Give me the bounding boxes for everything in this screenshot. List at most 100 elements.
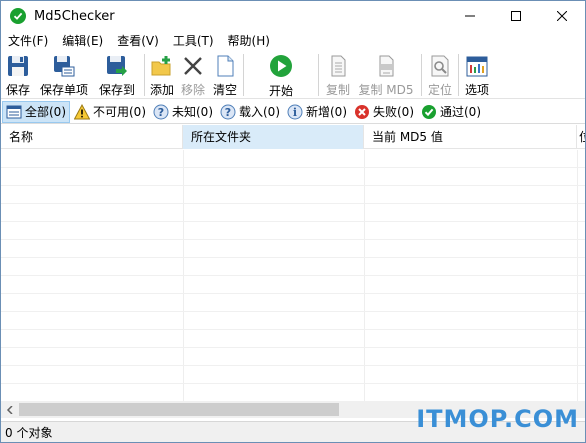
save-single-label: 保存单项 (39, 83, 88, 97)
copy-doc-icon (326, 54, 350, 77)
copy-md5-icon (374, 54, 398, 77)
grid-line (1, 329, 585, 330)
title-bar: Md5Checker (1, 1, 585, 31)
fail-icon (354, 104, 370, 120)
filter-all-tab[interactable]: 全部(0) (2, 100, 70, 123)
grid-line (1, 293, 585, 294)
menu-edit[interactable]: 编辑(E) (55, 31, 110, 51)
file-list[interactable] (1, 150, 585, 401)
status-text: 0 个对象 (5, 425, 53, 440)
column-header-folder[interactable]: 所在文件夹 (183, 125, 364, 149)
blank-page-icon (213, 54, 237, 77)
column-header-name[interactable]: 名称 (1, 125, 183, 149)
play-icon (269, 54, 293, 78)
column-header-extra[interactable]: 位 (577, 125, 585, 149)
load-icon: ? (220, 104, 236, 120)
filter-loaded-label: 载入(0) (239, 105, 280, 119)
maximize-button[interactable] (493, 1, 539, 31)
copy-md5-label: 复制 MD5 (358, 83, 414, 97)
maximize-icon (511, 11, 521, 21)
copy-md5-button[interactable]: 复制 MD5 (354, 52, 418, 98)
start-label: 开始 (268, 84, 293, 98)
grid-line (1, 275, 585, 276)
add-button[interactable]: 添加 (148, 52, 176, 98)
add-folder-icon (150, 54, 174, 77)
menu-tools[interactable]: 工具(T) (166, 31, 221, 51)
chevron-left-icon (6, 405, 13, 414)
floppy-export-icon (105, 54, 129, 77)
grid-line (1, 167, 585, 168)
info-icon: i (287, 104, 303, 120)
locate-magnifier-icon (428, 54, 452, 77)
minimize-button[interactable] (447, 1, 493, 31)
save-single-button[interactable]: 保存单项 (35, 52, 93, 98)
column-header-md5[interactable]: 当前 MD5 值 (364, 125, 577, 149)
options-checklist-icon (465, 54, 489, 77)
grid-line (1, 311, 585, 312)
toolbar: 保存 保存单项 保存到 添加 移除 清空 开始 复制 复制 MD5 定位 选项 (1, 52, 585, 99)
options-label: 选项 (464, 83, 489, 97)
grid-line (1, 347, 585, 348)
filter-unknown-tab[interactable]: ? 未知(0) (150, 101, 216, 123)
grid-line (1, 383, 585, 384)
clear-label: 清空 (212, 83, 237, 97)
save-label: 保存 (5, 83, 30, 97)
clear-button[interactable]: 清空 (210, 52, 240, 98)
menu-file[interactable]: 文件(F) (1, 31, 55, 51)
close-icon (557, 11, 567, 21)
menu-help[interactable]: 帮助(H) (221, 31, 277, 51)
filter-unavailable-label: 不可用(0) (93, 105, 146, 119)
close-button[interactable] (539, 1, 585, 31)
menu-view[interactable]: 查看(V) (110, 31, 166, 51)
filter-all-label: 全部(0) (25, 105, 66, 119)
scroll-left-button[interactable] (1, 401, 18, 418)
filter-failed-tab[interactable]: 失败(0) (351, 101, 417, 123)
app-window: Md5Checker 文件(F) 编辑(E) 查看(V) 工具(T) 帮助(H)… (0, 0, 586, 443)
floppy-single-icon (52, 54, 76, 77)
save-to-button[interactable]: 保存到 (93, 52, 141, 98)
remove-button[interactable]: 移除 (176, 52, 210, 98)
save-to-label: 保存到 (98, 83, 135, 97)
remove-label: 移除 (180, 83, 205, 97)
options-button[interactable]: 选项 (462, 52, 492, 98)
locate-button[interactable]: 定位 (425, 52, 455, 98)
list-header: 名称 所在文件夹 当前 MD5 值 位 (1, 125, 585, 149)
grid-line (1, 221, 585, 222)
menu-bar: 文件(F) 编辑(E) 查看(V) 工具(T) 帮助(H) (1, 31, 585, 51)
filter-loaded-tab[interactable]: ? 载入(0) (217, 101, 283, 123)
toolbar-separator (458, 54, 459, 96)
filter-passed-label: 通过(0) (440, 105, 481, 119)
save-button[interactable]: 保存 (1, 52, 35, 98)
filter-passed-tab[interactable]: 通过(0) (418, 101, 484, 123)
filter-new-label: 新增(0) (306, 105, 347, 119)
filter-new-tab[interactable]: i 新增(0) (284, 101, 350, 123)
floppy-icon (6, 54, 30, 77)
question-icon: ? (153, 104, 169, 120)
toolbar-separator (318, 54, 319, 96)
window-title: Md5Checker (34, 8, 115, 24)
svg-text:i: i (293, 106, 297, 119)
grid-line (1, 257, 585, 258)
svg-text:?: ? (158, 106, 164, 119)
locate-label: 定位 (427, 83, 452, 97)
copy-button[interactable]: 复制 (322, 52, 354, 98)
grid-line (1, 203, 585, 204)
remove-x-icon (181, 54, 205, 77)
add-label: 添加 (149, 83, 174, 97)
pass-icon (421, 104, 437, 120)
grid-line (1, 185, 585, 186)
grid-line (1, 239, 585, 240)
toolbar-separator (243, 54, 244, 96)
watermark-logo: ITMOP.COM (416, 405, 579, 433)
copy-label: 复制 (325, 83, 350, 97)
scrollbar-thumb[interactable] (19, 403, 339, 416)
start-button[interactable]: 开始 (247, 52, 315, 98)
filter-bar: 全部(0) 不可用(0) ? 未知(0) ? 载入(0) i 新增(0) 失败(… (1, 100, 585, 124)
filter-unavailable-tab[interactable]: 不可用(0) (71, 101, 149, 123)
grid-line (1, 365, 585, 366)
app-check-icon (10, 8, 26, 24)
list-icon (6, 104, 22, 120)
svg-text:?: ? (225, 106, 231, 119)
toolbar-separator (144, 54, 145, 96)
filter-failed-label: 失败(0) (373, 105, 414, 119)
